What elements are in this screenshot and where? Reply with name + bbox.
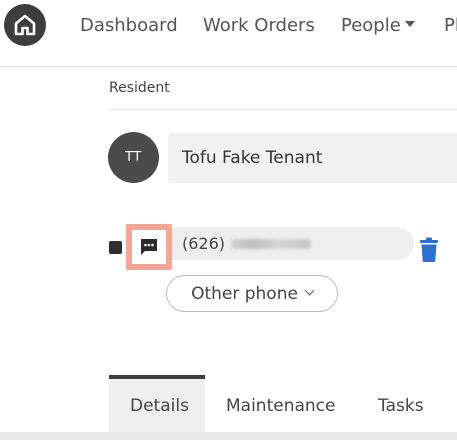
sms-button[interactable] bbox=[132, 230, 166, 264]
caret-down-icon bbox=[404, 21, 415, 27]
resident-name-field[interactable]: Tofu Fake Tenant bbox=[168, 133, 457, 183]
other-phone-dropdown[interactable]: Other phone bbox=[166, 275, 338, 312]
nav-people-dropdown[interactable]: People bbox=[341, 15, 415, 36]
nav-truncated-item[interactable]: Pl bbox=[444, 15, 457, 36]
phone-checkbox[interactable] bbox=[109, 241, 122, 254]
phone-number-text: (626) bbox=[182, 234, 226, 253]
nav-work-orders[interactable]: Work Orders bbox=[203, 15, 315, 36]
nav-divider bbox=[0, 66, 457, 67]
chevron-down-icon bbox=[304, 285, 315, 296]
avatar: TT bbox=[108, 132, 159, 183]
redacted-phone-digits bbox=[231, 238, 312, 249]
tab-tasks[interactable]: Tasks bbox=[378, 396, 424, 416]
tab-details[interactable]: Details bbox=[130, 396, 189, 416]
trash-icon bbox=[420, 237, 438, 262]
delete-phone-button[interactable] bbox=[418, 237, 440, 263]
home-logo-icon[interactable] bbox=[4, 4, 46, 46]
house-icon bbox=[14, 14, 36, 36]
horizontal-scrollbar[interactable] bbox=[0, 432, 457, 440]
other-phone-label: Other phone bbox=[191, 283, 298, 304]
tab-maintenance[interactable]: Maintenance bbox=[226, 396, 335, 416]
top-navigation: Dashboard Work Orders People Pl bbox=[0, 0, 457, 54]
section-label-resident: Resident bbox=[109, 80, 170, 96]
chat-message-icon bbox=[141, 239, 157, 255]
phone-number-field[interactable]: (626) bbox=[172, 227, 414, 260]
nav-dashboard[interactable]: Dashboard bbox=[80, 15, 178, 36]
nav-people-label: People bbox=[341, 15, 401, 36]
section-divider bbox=[109, 109, 457, 110]
